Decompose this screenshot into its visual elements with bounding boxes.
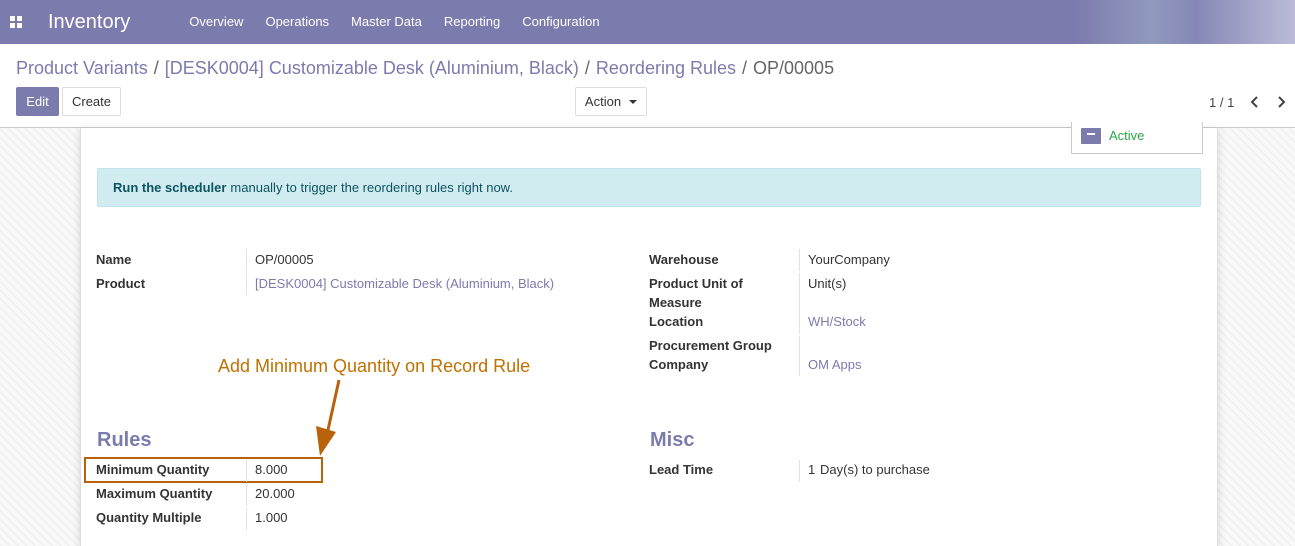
annotation-text: Add Minimum Quantity on Record Rule: [218, 356, 531, 376]
apps-menu-icon[interactable]: [0, 0, 32, 44]
archive-icon: [1081, 128, 1101, 144]
misc-section-title: Misc: [650, 429, 695, 451]
field-divider: [799, 249, 800, 271]
company-label: Company: [649, 357, 709, 372]
breadcrumb-current: OP/00005: [753, 58, 835, 78]
location-label: Location: [649, 314, 704, 329]
quantity-multiple-label: Quantity Multiple: [96, 510, 202, 525]
breadcrumb-product[interactable]: [DESK0004] Customizable Desk (Aluminium,…: [165, 58, 579, 78]
breadcrumb-separator: /: [742, 58, 748, 78]
field-divider: [799, 273, 800, 313]
rules-section-title: Rules: [97, 429, 152, 451]
lead-time-value: 1: [808, 462, 816, 477]
action-dropdown[interactable]: Action: [575, 87, 647, 116]
product-label: Product: [96, 276, 146, 291]
minimum-quantity-label: Minimum Quantity: [96, 462, 210, 477]
top-navbar: Inventory Overview Operations Master Dat…: [0, 0, 1295, 44]
company-link[interactable]: OM Apps: [808, 357, 861, 372]
app-title[interactable]: Inventory: [48, 11, 130, 34]
lead-time-unit: Day(s) to purchase: [820, 462, 930, 477]
field-divider: [246, 273, 247, 295]
quantity-multiple-value: 1.000: [255, 510, 288, 525]
caret-down-icon: [629, 99, 638, 104]
warehouse-value: YourCompany: [808, 252, 890, 267]
menu-overview[interactable]: Overview: [178, 0, 254, 44]
alert-text: manually to trigger the reordering rules…: [230, 180, 513, 195]
field-divider: [799, 312, 800, 334]
main-menu: Overview Operations Master Data Reportin…: [178, 0, 610, 44]
warehouse-label: Warehouse: [649, 252, 719, 267]
field-divider: [246, 484, 247, 506]
edit-button[interactable]: Edit: [16, 87, 59, 116]
menu-reporting[interactable]: Reporting: [433, 0, 511, 44]
field-divider: [246, 460, 247, 482]
breadcrumb-product-variants[interactable]: Product Variants: [16, 58, 148, 78]
run-scheduler-link[interactable]: Run the scheduler: [113, 180, 226, 195]
breadcrumb-reordering-rules[interactable]: Reordering Rules: [596, 58, 736, 78]
minimum-quantity-value: 8.000: [255, 462, 288, 477]
procurement-group-label: Procurement Group: [649, 338, 772, 353]
name-label: Name: [96, 252, 132, 267]
menu-configuration[interactable]: Configuration: [511, 0, 610, 44]
field-divider: [246, 508, 247, 530]
field-divider: [799, 460, 800, 482]
maximum-quantity-value: 20.000: [255, 486, 295, 501]
pager-value: 1 / 1: [1209, 95, 1235, 110]
active-toggle-button[interactable]: Active: [1071, 122, 1203, 154]
name-value: OP/00005: [255, 252, 314, 267]
location-link[interactable]: WH/Stock: [808, 314, 866, 329]
breadcrumb: Product Variants / [DESK0004] Customizable…: [16, 58, 834, 79]
menu-operations[interactable]: Operations: [254, 0, 340, 44]
uom-value: Unit(s): [808, 276, 847, 291]
uom-label: Product Unit of: [649, 276, 743, 291]
product-link[interactable]: [DESK0004] Customizable Desk (Aluminium,…: [255, 276, 554, 291]
breadcrumb-separator: /: [584, 58, 590, 78]
pager-previous-icon[interactable]: [1247, 94, 1261, 110]
annotation-arrow-icon: [316, 379, 341, 456]
field-divider: [246, 249, 247, 271]
field-divider: [799, 336, 800, 376]
menu-master-data[interactable]: Master Data: [340, 0, 433, 44]
pager-next-icon[interactable]: [1274, 94, 1288, 110]
maximum-quantity-label: Maximum Quantity: [96, 486, 213, 501]
active-label: Active: [1109, 128, 1145, 143]
action-label: Action: [584, 94, 622, 109]
navbar-user-area: [1075, 0, 1295, 44]
lead-time-label: Lead Time: [649, 462, 714, 477]
breadcrumb-separator: /: [153, 58, 159, 78]
scheduler-alert: Run the scheduler manually to trigger th…: [97, 168, 1201, 207]
uom-label-line2: Measure: [649, 295, 702, 310]
create-button[interactable]: Create: [62, 87, 121, 116]
control-panel: Product Variants / [DESK0004] Customizable…: [0, 44, 1295, 128]
